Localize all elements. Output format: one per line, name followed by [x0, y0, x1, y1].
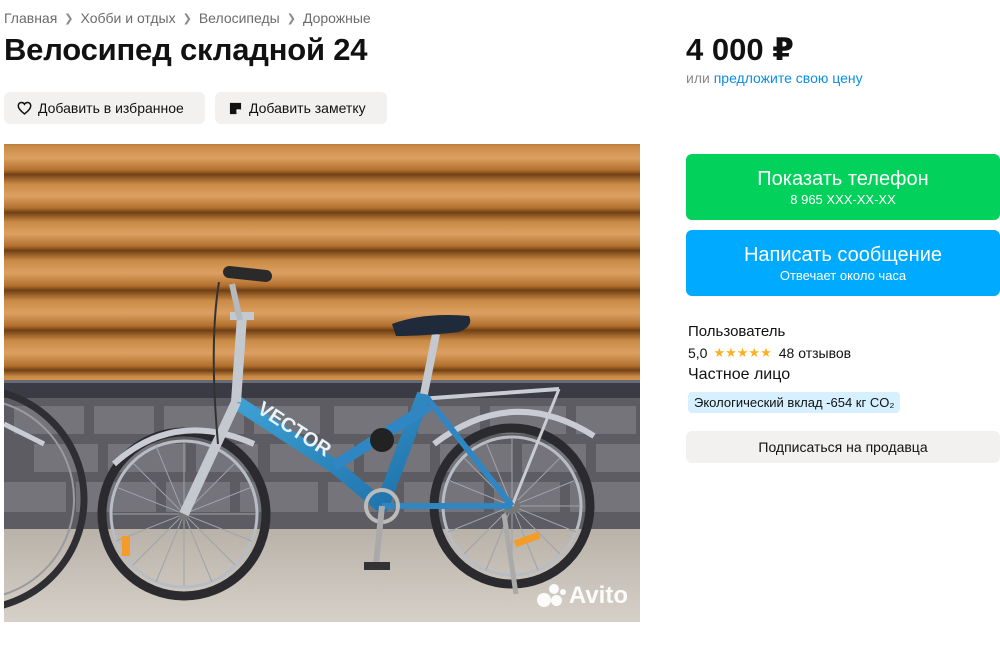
- bicycle-photo-image: VECTOR: [4, 144, 640, 622]
- send-message-label: Написать сообщение: [743, 243, 942, 266]
- page-title: Велосипед складной 24: [4, 32, 368, 67]
- seller-rating[interactable]: 5,0 ★★★★★ 48 отзывов: [688, 345, 851, 361]
- heart-icon: [16, 100, 32, 116]
- breadcrumb-bicycles[interactable]: Велосипеды: [199, 10, 280, 26]
- rating-value: 5,0: [688, 345, 708, 361]
- chevron-right-icon: ❯: [64, 12, 74, 25]
- seller-name[interactable]: Пользователь: [688, 323, 785, 340]
- note-icon: [227, 100, 243, 116]
- add-note-label: Добавить заметку: [249, 100, 366, 116]
- send-message-button[interactable]: Написать сообщение Отвечает около часа: [686, 230, 1000, 296]
- show-phone-label: Показать телефон: [757, 167, 929, 190]
- breadcrumb-home[interactable]: Главная: [4, 10, 57, 26]
- reviews-count: 48 отзывов: [778, 345, 852, 361]
- phone-masked: 8 965 XXX-XX-XX: [790, 191, 896, 207]
- add-to-favorites-label: Добавить в избранное: [38, 100, 184, 116]
- price-value: 4 000 ₽: [686, 32, 794, 67]
- price-offer-prefix: или: [686, 70, 710, 86]
- avito-logo-icon: [536, 584, 567, 608]
- chevron-right-icon: ❯: [182, 12, 192, 25]
- eco-contribution-badge[interactable]: Экологический вклад -654 кг CO₂: [688, 392, 901, 413]
- listing-photo[interactable]: VECTOR Avito: [4, 144, 640, 622]
- rating-stars-icon: ★★★★★: [713, 345, 772, 360]
- avito-watermark-text: Avito: [568, 582, 628, 609]
- avito-watermark: Avito: [536, 582, 628, 610]
- price-offer-line: или предложите свою цену: [686, 70, 863, 86]
- response-time-text: Отвечает около часа: [779, 267, 907, 283]
- chevron-right-icon: ❯: [286, 12, 296, 25]
- offer-price-link[interactable]: предложите свою цену: [714, 70, 863, 86]
- breadcrumb-hobby[interactable]: Хобби и отдых: [81, 10, 176, 26]
- seller-type: Частное лицо: [688, 366, 791, 383]
- breadcrumb: Главная ❯ Хобби и отдых ❯ Велосипеды ❯ Д…: [4, 10, 371, 26]
- subscribe-seller-button[interactable]: Подписаться на продавца: [686, 431, 1000, 463]
- add-to-favorites-button[interactable]: Добавить в избранное: [4, 92, 205, 124]
- add-note-button[interactable]: Добавить заметку: [215, 92, 387, 124]
- breadcrumb-road[interactable]: Дорожные: [303, 10, 371, 26]
- show-phone-button[interactable]: Показать телефон 8 965 XXX-XX-XX: [686, 154, 1000, 220]
